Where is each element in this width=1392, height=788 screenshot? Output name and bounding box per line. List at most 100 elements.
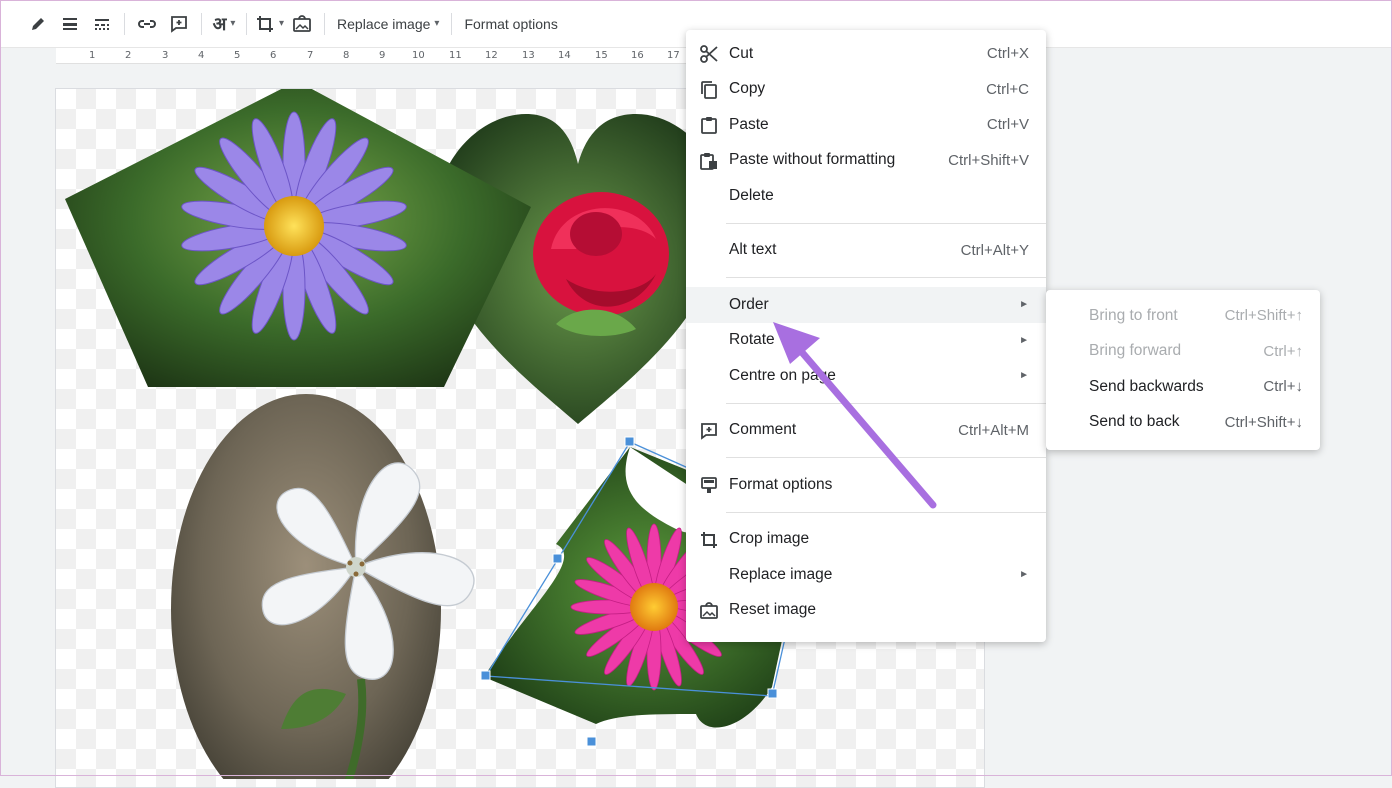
copy-icon xyxy=(701,80,717,99)
chevron-down-icon: ▾ xyxy=(230,18,236,29)
format-options-icon xyxy=(701,477,717,493)
replace-image-label: Replace image xyxy=(337,15,431,32)
menu-item-shortcut: Ctrl+Shift+↓ xyxy=(1224,413,1303,431)
ruler-label: 4 xyxy=(198,50,205,61)
ruler-label: 17 xyxy=(667,50,680,61)
submenu-arrow-icon: ► xyxy=(1019,334,1029,346)
resize-handle[interactable] xyxy=(624,436,635,447)
menu-divider xyxy=(726,222,1046,224)
input-tools-button[interactable]: अ ▾ xyxy=(210,9,238,39)
horizontal-ruler[interactable]: 1 2 3 4 5 6 7 8 9 10 11 12 13 14 15 16 1… xyxy=(56,48,686,64)
menu-item-format-options[interactable]: Format options xyxy=(686,467,1046,503)
menu-divider xyxy=(726,277,1046,278)
ruler-label: 3 xyxy=(162,50,169,61)
ruler-label: 9 xyxy=(379,50,386,61)
menu-item-label: Comment xyxy=(729,421,797,439)
menu-item-order[interactable]: Order ► xyxy=(686,287,1046,323)
submenu-item-bring-to-front[interactable]: Bring to front Ctrl+Shift+↑ xyxy=(1046,298,1320,334)
resize-handle[interactable] xyxy=(480,670,491,681)
ruler-label: 13 xyxy=(522,50,535,61)
menu-item-centre-on-page[interactable]: Centre on page ► xyxy=(686,358,1046,394)
white-flower-ellipse-image[interactable] xyxy=(171,394,482,779)
menu-item-shortcut: Ctrl+↑ xyxy=(1263,342,1303,360)
menu-item-shortcut: Ctrl+V xyxy=(986,116,1029,134)
menu-item-label: Reset image xyxy=(729,601,817,619)
paste-plain-icon xyxy=(700,152,717,170)
order-submenu: Bring to front Ctrl+Shift+↑ Bring forwar… xyxy=(1046,290,1320,450)
menu-item-shortcut: Ctrl+Alt+Y xyxy=(960,241,1029,259)
menu-item-rotate[interactable]: Rotate ► xyxy=(686,323,1046,359)
reset-image-icon xyxy=(700,601,718,619)
scissors-icon xyxy=(700,45,718,63)
menu-item-label: Alt text xyxy=(729,241,777,259)
resize-handle[interactable] xyxy=(586,736,597,747)
clipboard-icon xyxy=(701,117,717,134)
ruler-label: 6 xyxy=(270,50,277,61)
chevron-down-icon: ▾ xyxy=(434,18,440,29)
ruler-label: 2 xyxy=(125,50,132,61)
format-options-label: Format options xyxy=(464,15,558,32)
border-weight-icon[interactable] xyxy=(56,9,84,39)
submenu-item-bring-forward[interactable]: Bring forward Ctrl+↑ xyxy=(1046,334,1320,370)
submenu-item-send-to-back[interactable]: Send to back Ctrl+Shift+↓ xyxy=(1046,405,1320,441)
menu-item-reset-image[interactable]: Reset image xyxy=(686,593,1046,629)
border-dash-icon[interactable] xyxy=(88,9,116,39)
ruler-label: 7 xyxy=(307,50,314,61)
menu-item-label: Replace image xyxy=(729,565,833,583)
ruler-label: 11 xyxy=(449,50,462,61)
toolbar-divider xyxy=(124,12,125,35)
submenu-arrow-icon: ► xyxy=(1019,370,1029,382)
menu-item-label: Bring to front xyxy=(1089,306,1178,324)
menu-divider xyxy=(726,457,1046,458)
menu-item-label: Copy xyxy=(729,80,766,98)
resize-handle[interactable] xyxy=(767,688,778,699)
ruler-label: 15 xyxy=(595,50,608,61)
toolbar-divider xyxy=(246,12,247,35)
menu-item-shortcut: Ctrl+Shift+V xyxy=(948,151,1029,169)
pen-icon[interactable] xyxy=(24,9,52,39)
chevron-down-icon: ▾ xyxy=(279,18,285,29)
menu-item-cut[interactable]: Cut Ctrl+X xyxy=(686,36,1046,72)
ruler-label: 12 xyxy=(485,50,498,61)
add-comment-icon[interactable] xyxy=(165,9,193,39)
menu-item-alt-text[interactable]: Alt text Ctrl+Alt+Y xyxy=(686,233,1046,269)
purple-aster-pentagon-image[interactable] xyxy=(65,89,531,387)
menu-item-label: Order xyxy=(729,295,769,313)
menu-item-paste-without-formatting[interactable]: Paste without formatting Ctrl+Shift+V xyxy=(686,143,1046,179)
menu-divider xyxy=(726,511,1046,513)
menu-item-label: Send to back xyxy=(1089,413,1180,431)
ruler-label: 1 xyxy=(89,50,96,61)
menu-item-label: Paste without formatting xyxy=(729,151,896,169)
menu-item-label: Bring forward xyxy=(1089,342,1182,360)
menu-item-label: Cut xyxy=(729,44,754,62)
menu-item-shortcut: Ctrl+X xyxy=(986,45,1029,63)
submenu-arrow-icon: ► xyxy=(1019,299,1029,311)
menu-item-shortcut: Ctrl+↓ xyxy=(1263,378,1303,396)
ruler-label: 14 xyxy=(558,50,571,61)
menu-item-label: Paste xyxy=(729,115,769,133)
menu-item-paste[interactable]: Paste Ctrl+V xyxy=(686,107,1046,143)
ruler-label: 8 xyxy=(343,50,350,61)
menu-item-comment[interactable]: Comment Ctrl+Alt+M xyxy=(686,413,1046,449)
toolbar-divider xyxy=(451,12,453,35)
menu-item-copy[interactable]: Copy Ctrl+C xyxy=(686,72,1046,108)
link-icon[interactable] xyxy=(133,9,161,39)
crop-toolbar-icon[interactable]: ▾ xyxy=(255,9,284,39)
submenu-item-send-backwards[interactable]: Send backwards Ctrl+↓ xyxy=(1046,369,1320,405)
menu-item-crop-image[interactable]: Crop image xyxy=(686,522,1046,558)
comment-icon xyxy=(701,422,717,440)
menu-item-delete[interactable]: Delete xyxy=(686,178,1046,214)
replace-image-button[interactable]: Replace image ▾ xyxy=(331,9,445,39)
reset-image-toolbar-icon[interactable] xyxy=(288,9,316,39)
toolbar-divider xyxy=(324,12,326,35)
format-options-button[interactable]: Format options xyxy=(458,9,563,39)
menu-item-label: Rotate xyxy=(729,331,775,349)
menu-item-shortcut: Ctrl+C xyxy=(986,80,1029,98)
menu-item-replace-image[interactable]: Replace image ► xyxy=(686,557,1046,593)
ruler-label: 5 xyxy=(234,50,241,61)
menu-item-shortcut: Ctrl+Shift+↑ xyxy=(1224,307,1303,325)
menu-item-shortcut: Ctrl+Alt+M xyxy=(958,421,1029,439)
context-menu: Cut Ctrl+X Copy Ctrl+C Paste Ctrl+V Past… xyxy=(686,30,1046,642)
resize-handle[interactable] xyxy=(552,553,563,564)
ruler-label: 16 xyxy=(631,50,644,61)
